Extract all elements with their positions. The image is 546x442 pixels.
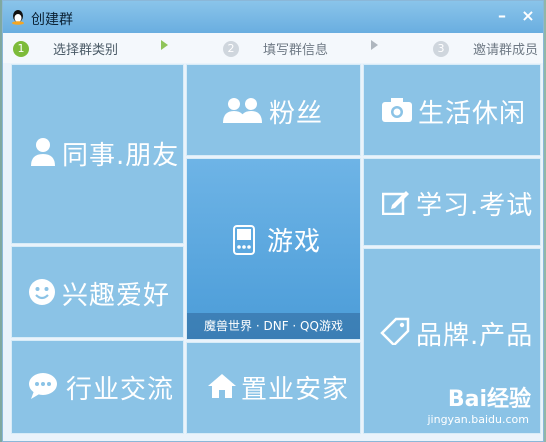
tile-label: 行业交流 [66,375,175,405]
step-arrow-icon [161,40,168,50]
step-3-label: 邀请群成员 [473,43,539,58]
tile-life-leisure[interactable]: 生活休闲 [363,64,541,156]
step-2-number: 2 [223,40,239,57]
games-subtitle: 魔兽世界 · DNF · QQ游戏 [187,313,360,339]
tile-label: 同事.朋友 [62,141,180,171]
step-1: 1 选择群类别 [13,39,118,58]
gamepad-icon [233,225,255,255]
person-icon [31,138,55,166]
step-indicator: 1 选择群类别 2 填写群信息 3 邀请群成员 [3,33,543,63]
tile-fans[interactable]: 粉丝 [186,64,361,156]
camera-icon [382,98,412,122]
tile-label: 游戏 [267,227,322,257]
qq-penguin-icon [12,10,24,25]
smiley-icon [29,279,55,305]
step-2-label: 填写群信息 [263,43,329,58]
tile-property-home[interactable]: 置业安家 [186,342,361,434]
step-3-number: 3 [433,40,449,57]
tile-label: 粉丝 [269,99,324,129]
title-bar: 创建群 – × [3,1,543,33]
minimize-button[interactable]: – [493,7,511,25]
tile-study-exam[interactable]: 学习.考试 [363,158,541,246]
users-icon [223,98,262,123]
close-button[interactable]: × [519,7,537,25]
tile-label: 学习.考试 [416,191,534,221]
step-arrow-icon [371,40,378,50]
tile-industry-exchange[interactable]: 行业交流 [11,340,184,434]
baidu-watermark-url: jingyan.baidu.com [427,413,529,426]
step-1-label: 选择群类别 [53,43,119,58]
step-3: 3 邀请群成员 [433,39,538,58]
step-2: 2 填写群信息 [223,39,328,58]
tile-label: 置业安家 [241,375,350,405]
tile-colleagues-friends[interactable]: 同事.朋友 [11,64,184,244]
chat-bubble-icon [29,373,57,399]
tile-label: 品牌.产品 [416,321,534,351]
baidu-watermark: Bai经验 [447,387,531,412]
tile-hobbies[interactable]: 兴趣爱好 [11,246,184,338]
edit-icon [382,191,409,215]
window-title: 创建群 [31,12,73,28]
step-1-number: 1 [13,40,29,57]
house-icon [208,374,236,398]
create-group-window: 创建群 – × 1 选择群类别 2 填写群信息 3 邀请群成员 同事.朋友 粉丝… [2,0,544,442]
tag-icon [380,317,410,345]
tile-games[interactable]: 游戏 魔兽世界 · DNF · QQ游戏 [186,158,361,340]
tile-label: 生活休闲 [418,99,527,129]
tile-label: 兴趣爱好 [62,281,171,311]
